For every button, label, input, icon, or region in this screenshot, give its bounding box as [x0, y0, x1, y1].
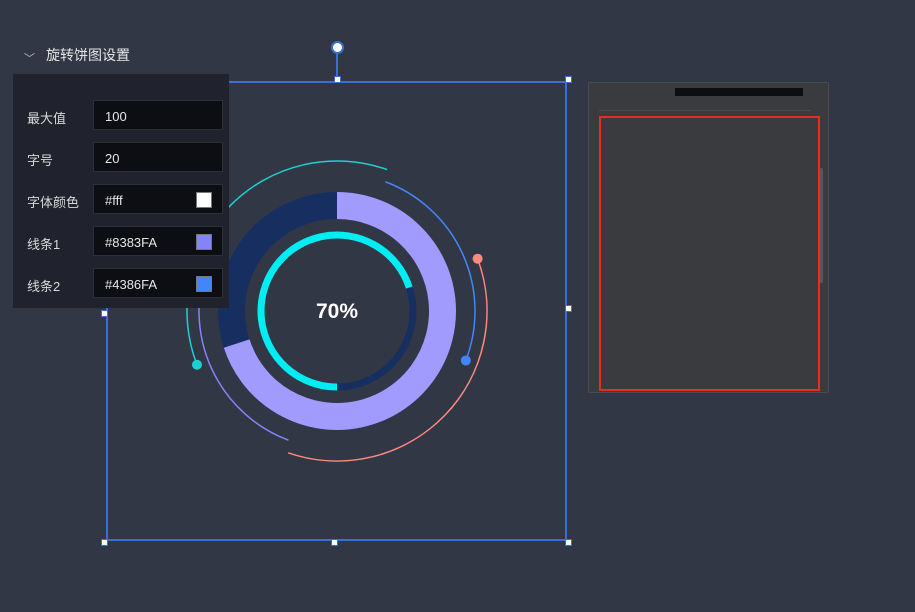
line1-color-swatch[interactable]	[196, 234, 212, 250]
font-size-input[interactable]: 20	[93, 142, 223, 172]
max-value-input[interactable]: 100	[93, 100, 223, 130]
line2-color-value: #4386FA	[105, 277, 158, 292]
section-header-rotating-pie[interactable]: ﹀ 旋转饼图设置	[13, 36, 229, 74]
line1-color-input[interactable]: #8383FA	[93, 226, 223, 256]
font-color-swatch[interactable]	[196, 192, 212, 208]
line1-color-value: #8383FA	[105, 235, 158, 250]
field-label: 最大值	[27, 111, 67, 126]
field-line2: 线条2 #4386FA	[13, 268, 229, 300]
font-color-value: #fff	[105, 193, 123, 208]
field-line1: 线条1 #8383FA	[13, 226, 229, 258]
field-font-color: 字体颜色 #fff	[13, 184, 229, 216]
field-font-size: 字号 20	[13, 142, 229, 174]
rotate-handle-line	[336, 50, 338, 78]
resize-handle-tr[interactable]	[565, 76, 572, 83]
rotate-handle[interactable]	[331, 41, 344, 54]
section-body: 最大值 100 字号 20 字体颜色 #fff 线条1 #8383FA 线条2 …	[13, 74, 229, 308]
resize-handle-l[interactable]	[101, 310, 108, 317]
resize-handle-br[interactable]	[565, 539, 572, 546]
resize-handle-r[interactable]	[565, 305, 572, 312]
resize-handle-t[interactable]	[334, 76, 341, 83]
line2-color-input[interactable]: #4386FA	[93, 268, 223, 298]
field-label: 字号	[27, 153, 54, 168]
resize-handle-bl[interactable]	[101, 539, 108, 546]
field-label: 字体颜色	[27, 195, 80, 210]
font-color-input[interactable]: #fff	[93, 184, 223, 214]
highlight-frame	[599, 116, 820, 391]
chevron-down-icon: ﹀	[24, 53, 35, 65]
resize-handle-b[interactable]	[331, 539, 338, 546]
panel-header-bar	[675, 88, 803, 96]
line2-color-swatch[interactable]	[196, 276, 212, 292]
field-max-value: 最大值 100	[13, 100, 229, 132]
section-title: 旋转饼图设置	[46, 47, 130, 63]
field-label: 线条2	[27, 279, 61, 294]
field-label: 线条1	[27, 237, 61, 252]
